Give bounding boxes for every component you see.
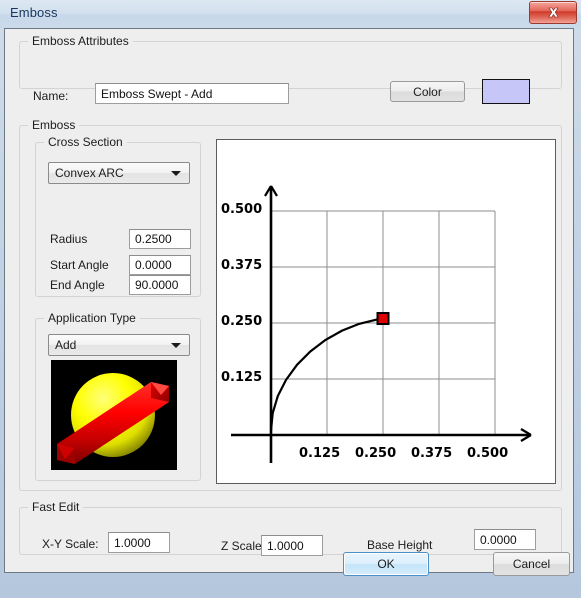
y-tick-label: 0.375	[221, 258, 263, 273]
emboss-dialog: Emboss Emboss Attributes Name: Emboss Sw…	[0, 0, 581, 598]
cross-section-graph[interactable]: 0.125 0.250 0.375 0.500 0.125 0.250 0.375 0.500	[216, 139, 556, 484]
base-height-input[interactable]: 0.0000	[474, 529, 536, 550]
chevron-down-icon	[171, 343, 181, 348]
cross-section-type-select[interactable]: Convex ARC	[48, 162, 190, 184]
x-tick-label: 0.375	[411, 446, 453, 461]
color-swatch[interactable]	[482, 79, 530, 104]
z-scale-label: Z Scale:	[221, 539, 266, 553]
fast-edit-legend: Fast Edit	[28, 500, 84, 514]
radius-label: Radius	[50, 232, 88, 246]
dialog-content: Emboss Attributes Name: Emboss Swept - A…	[4, 28, 574, 576]
xy-scale-input[interactable]: 1.0000	[108, 532, 170, 553]
application-type-value: Add	[55, 338, 77, 352]
cancel-button[interactable]: Cancel	[493, 552, 570, 576]
xy-scale-label: X-Y Scale:	[42, 537, 99, 551]
application-type-select[interactable]: Add	[48, 334, 190, 356]
chevron-down-icon	[171, 171, 181, 176]
x-tick-label: 0.125	[299, 446, 341, 461]
end-angle-label: End Angle	[50, 278, 105, 292]
cross-section-type-value: Convex ARC	[55, 166, 124, 180]
graph-markers[interactable]	[376, 312, 390, 326]
x-tick-label: 0.500	[467, 446, 509, 461]
ok-button[interactable]: OK	[343, 552, 429, 576]
sphere-with-red-ribbon-preview	[51, 360, 177, 470]
y-tick-label: 0.250	[221, 314, 263, 329]
base-height-label: Base Height	[367, 538, 433, 552]
radius-input[interactable]: 0.2500	[129, 229, 191, 249]
name-input[interactable]: Emboss Swept - Add	[95, 83, 289, 104]
emboss-attributes-group: Emboss Attributes	[19, 34, 562, 89]
emboss-attributes-legend: Emboss Attributes	[28, 34, 133, 48]
end-point-handle[interactable]	[376, 312, 390, 326]
close-x-icon	[546, 6, 561, 19]
graph-svg	[231, 185, 532, 463]
title-bar: Emboss	[0, 0, 581, 28]
close-button[interactable]	[529, 1, 577, 24]
start-angle-input[interactable]: 0.0000	[129, 255, 191, 275]
z-scale-input[interactable]: 1.0000	[261, 535, 323, 556]
end-angle-input[interactable]: 90.0000	[129, 275, 191, 295]
window-title: Emboss	[10, 5, 58, 20]
name-label: Name:	[33, 89, 69, 103]
x-tick-label: 0.250	[355, 446, 397, 461]
color-button[interactable]: Color	[390, 81, 465, 102]
emboss-group-legend: Emboss	[28, 118, 80, 132]
y-tick-label: 0.500	[221, 202, 263, 217]
y-tick-label: 0.125	[221, 370, 263, 385]
start-angle-label: Start Angle	[50, 258, 109, 272]
application-type-legend: Application Type	[44, 311, 140, 325]
cross-section-legend: Cross Section	[44, 135, 127, 149]
